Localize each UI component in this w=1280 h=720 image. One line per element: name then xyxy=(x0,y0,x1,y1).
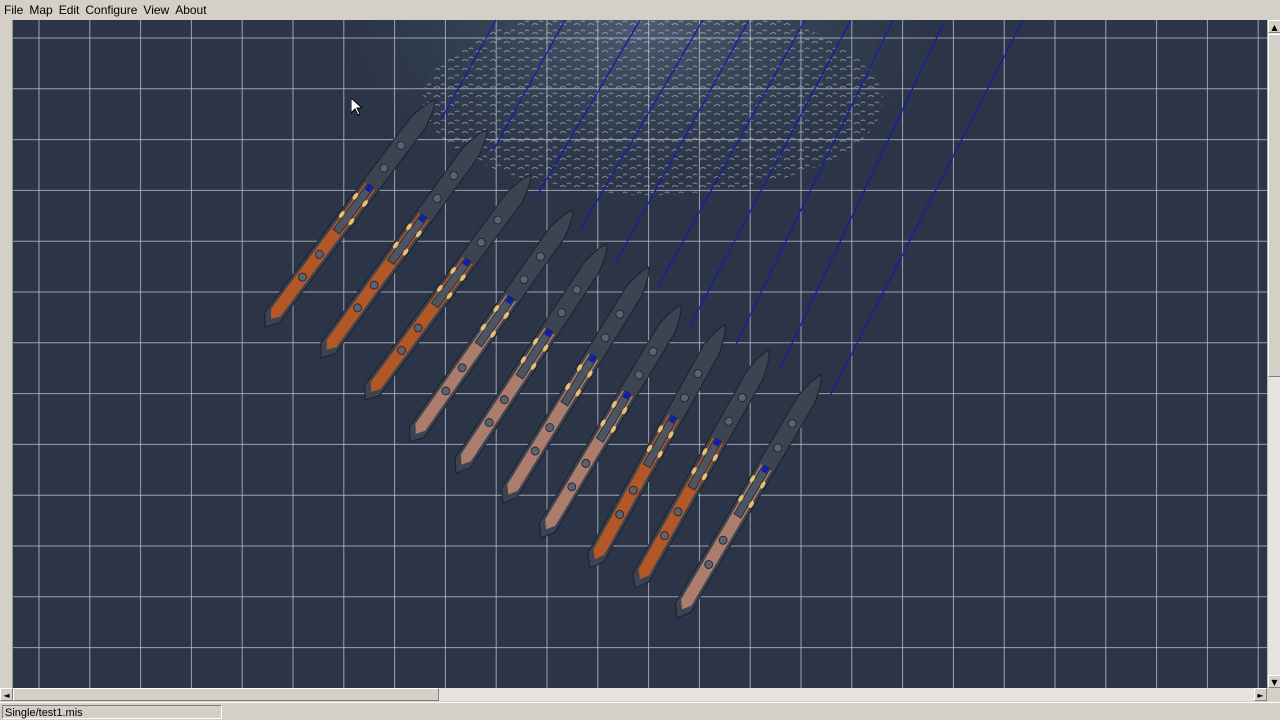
menu-bar: File Map Edit Configure View About xyxy=(0,0,1280,19)
vertical-scroll-thumb[interactable] xyxy=(1268,34,1280,377)
horizontal-scrollbar[interactable]: ◄ ► xyxy=(0,688,1267,701)
mission-editor-window: File Map Edit Configure View About ▲ ▼ ◄… xyxy=(0,0,1280,720)
map-canvas[interactable] xyxy=(13,20,1267,688)
menu-file[interactable]: File xyxy=(0,0,25,17)
menu-configure[interactable]: Configure xyxy=(81,0,139,17)
vertical-scrollbar[interactable]: ▲ ▼ xyxy=(1267,20,1280,688)
menu-map[interactable]: Map xyxy=(25,0,54,17)
status-file-name: Single/test1.mis xyxy=(2,705,222,719)
status-bar: Single/test1.mis xyxy=(0,702,1280,720)
menu-about[interactable]: About xyxy=(171,0,208,17)
scroll-right-button[interactable]: ► xyxy=(1254,688,1267,701)
map-viewport: ▲ ▼ ◄ ► xyxy=(0,19,1280,702)
left-gutter xyxy=(0,20,13,688)
scroll-up-button[interactable]: ▲ xyxy=(1268,20,1280,33)
map-svg[interactable] xyxy=(13,20,1267,688)
scroll-down-button[interactable]: ▼ xyxy=(1268,675,1280,688)
scroll-left-button[interactable]: ◄ xyxy=(0,688,13,701)
menu-edit[interactable]: Edit xyxy=(55,0,82,17)
menu-view[interactable]: View xyxy=(139,0,171,17)
horizontal-scroll-thumb[interactable] xyxy=(13,688,439,701)
